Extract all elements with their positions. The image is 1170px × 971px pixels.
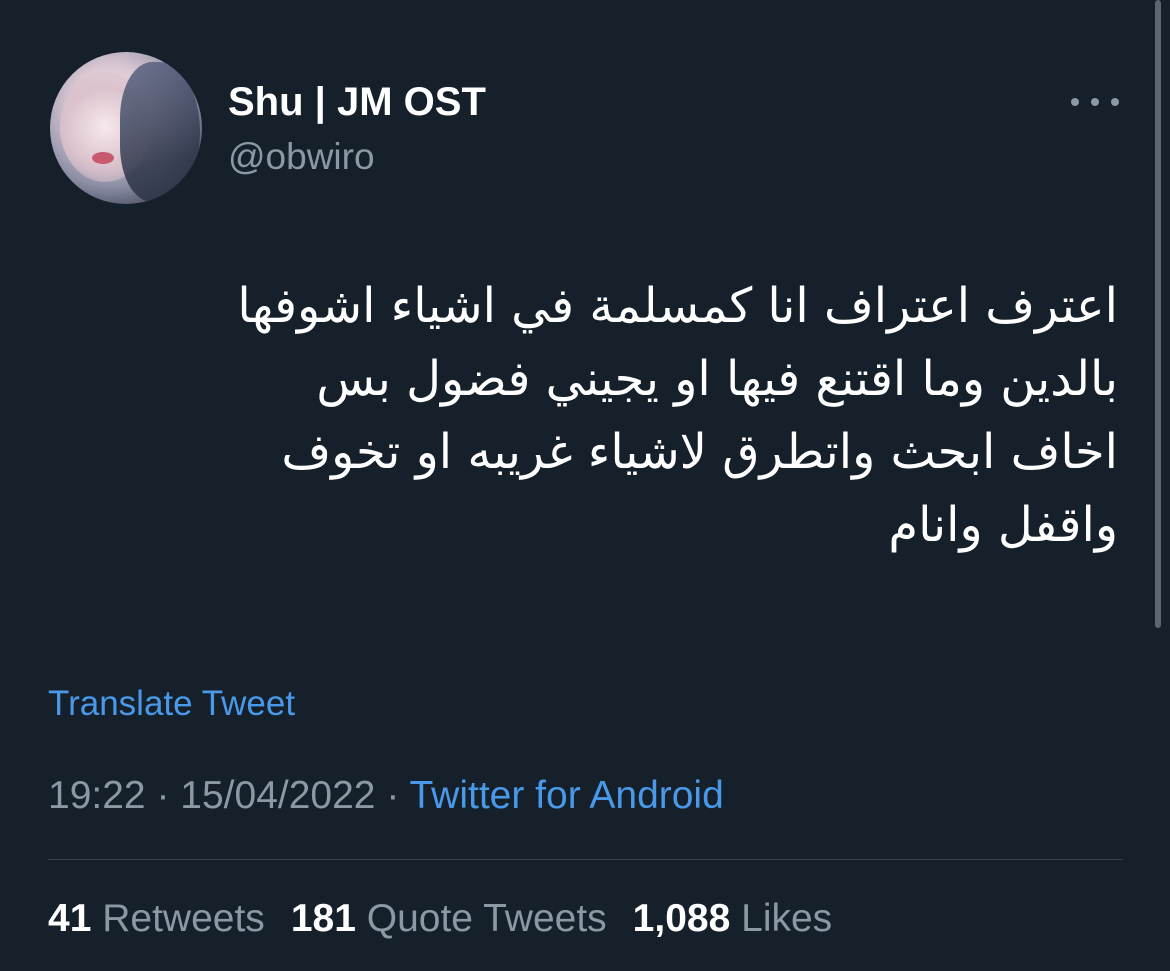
tweet-detail: Shu | JM OST @obwiro اعترف اعتراف انا كم… — [0, 0, 1170, 971]
tweet-date[interactable]: 15/04/2022 — [180, 774, 375, 817]
translate-tweet-link[interactable]: Translate Tweet — [48, 684, 295, 724]
quote-tweets-label: Quote Tweets — [366, 897, 607, 940]
tweet-text-line: بالدين وما اقتنع فيها او يجيني فضول بس — [316, 351, 1118, 407]
tweet-text-line: واقفل وانام — [888, 497, 1118, 553]
retweets-label: Retweets — [102, 897, 265, 940]
quote-tweets-count: 181 — [290, 897, 356, 940]
tweet-text: اعترف اعتراف انا كمسلمة في اشياء اشوفها … — [118, 270, 1118, 562]
dot — [1091, 98, 1099, 106]
dot — [1111, 98, 1119, 106]
tweet-metadata: 19:22 · 15/04/2022 · Twitter for Android — [48, 774, 724, 818]
quote-tweets-stat[interactable]: 181 Quote Tweets — [291, 897, 607, 941]
tweet-text-line: اخاف ابحث واتطرق لاشياء غريبه او تخوف — [281, 424, 1118, 480]
avatar-hair-shape — [120, 62, 200, 202]
tweet-text-line: اعترف اعتراف انا كمسلمة في اشياء اشوفها — [237, 278, 1118, 334]
tweet-source-link[interactable]: Twitter for Android — [409, 774, 723, 817]
divider — [48, 859, 1122, 860]
author-handle[interactable]: @obwiro — [228, 136, 375, 178]
dot — [1071, 98, 1079, 106]
retweets-stat[interactable]: 41 Retweets — [48, 897, 265, 941]
avatar-detail — [92, 152, 114, 164]
engagement-stats: 41 Retweets 181 Quote Tweets 1,088 Likes — [48, 897, 832, 941]
author-display-name[interactable]: Shu | JM OST — [228, 80, 486, 125]
more-options-icon[interactable] — [1071, 92, 1119, 112]
likes-label: Likes — [741, 897, 833, 940]
scrollbar[interactable] — [1155, 0, 1161, 628]
meta-separator: · — [156, 774, 170, 817]
retweets-count: 41 — [48, 897, 92, 940]
likes-stat[interactable]: 1,088 Likes — [633, 897, 833, 941]
likes-count: 1,088 — [632, 897, 731, 940]
meta-separator: · — [386, 774, 400, 817]
tweet-time[interactable]: 19:22 — [48, 774, 146, 817]
avatar[interactable] — [50, 52, 202, 204]
